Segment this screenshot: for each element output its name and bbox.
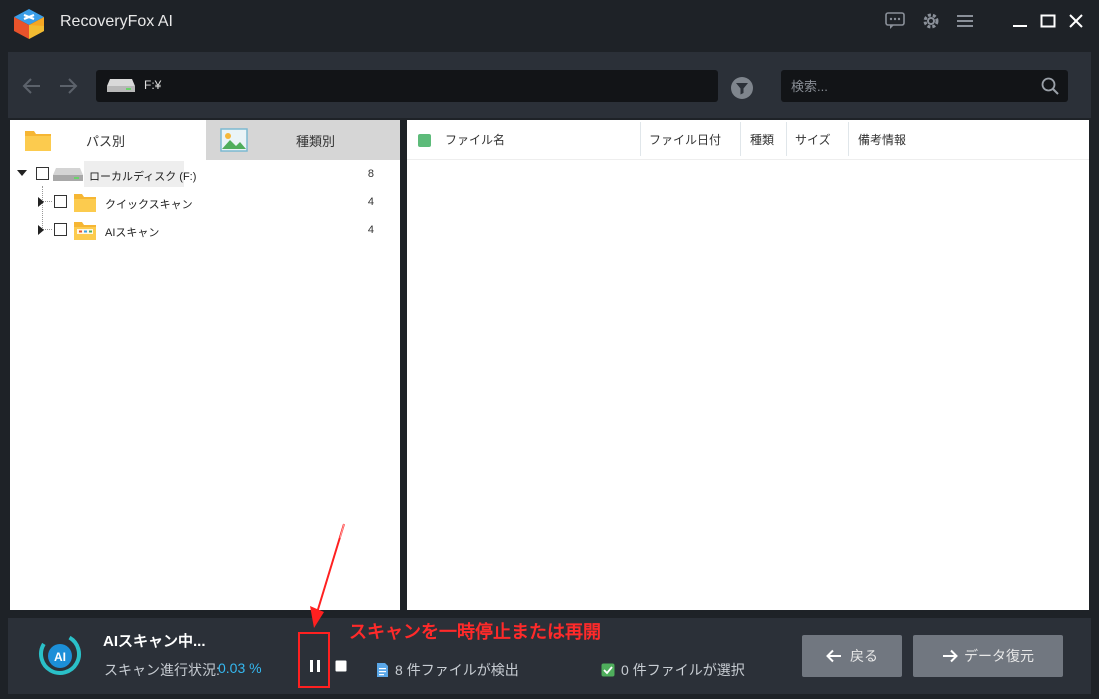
column-header-notes[interactable]: 備考情報	[850, 120, 906, 158]
item-count: 8	[367, 168, 374, 180]
drive-icon	[53, 168, 83, 181]
search-input[interactable]	[791, 76, 1031, 96]
selected-label: 件ファイルが選択	[632, 662, 745, 678]
stop-button[interactable]	[331, 656, 351, 676]
recover-button-label: データ復元	[964, 648, 1034, 664]
column-header-filename[interactable]: ファイル名	[437, 120, 505, 158]
column-header-size[interactable]: サイズ	[787, 120, 831, 158]
search-icon[interactable]	[1040, 76, 1060, 96]
app-logo-icon	[14, 9, 44, 39]
stop-icon	[335, 660, 347, 672]
file-list-panel: ファイル名 ファイル日付 種類 サイズ 備考情報	[407, 120, 1089, 610]
maximize-button[interactable]	[1035, 8, 1061, 34]
item-count: 4	[367, 196, 374, 208]
column-separator[interactable]	[848, 122, 849, 156]
checkbox[interactable]	[54, 223, 67, 236]
search-box[interactable]	[781, 70, 1068, 102]
arrow-left-icon	[826, 649, 841, 663]
selected-count: 0	[621, 662, 629, 678]
back-button[interactable]: 戻る	[802, 635, 902, 677]
checkbox[interactable]	[54, 195, 67, 208]
tree-item-local-disk[interactable]: ローカルディスク (F:) 8	[10, 161, 400, 187]
tab-type-label: 種類別	[296, 133, 336, 149]
file-list-header: ファイル名 ファイル日付 種類 サイズ 備考情報	[407, 120, 1089, 160]
annotation-text: スキャンを一時停止または再開	[349, 622, 601, 642]
select-all-checkbox[interactable]	[418, 134, 431, 147]
title-bar: RecoveryFox AI	[0, 0, 1099, 46]
column-label: 種類	[750, 132, 775, 147]
path-bar[interactable]: F:¥	[96, 70, 718, 102]
column-label: ファイル名	[445, 132, 506, 147]
close-button[interactable]	[1063, 8, 1089, 34]
tree-item-ai-scan[interactable]: AIスキャン 4	[10, 217, 400, 243]
path-text: F:¥	[144, 78, 162, 92]
annotation-arrow	[310, 523, 345, 628]
annotation-highlight-box	[298, 632, 330, 688]
expand-arrow-icon[interactable]	[38, 197, 44, 207]
gear-icon[interactable]	[920, 10, 942, 32]
tab-path[interactable]: パス別	[10, 120, 206, 160]
feedback-icon[interactable]	[884, 10, 906, 32]
tree-item-label: ローカルディスク (F:)	[89, 171, 197, 183]
column-label: 備考情報	[858, 132, 907, 147]
column-label: ファイル日付	[649, 132, 722, 147]
column-header-type[interactable]: 種類	[742, 120, 774, 158]
drive-icon	[107, 79, 135, 92]
ai-folder-icon	[74, 222, 96, 240]
image-icon	[220, 128, 248, 152]
back-arrow-icon[interactable]	[20, 74, 44, 98]
navigation-bar: F:¥	[8, 52, 1091, 118]
expand-arrow-icon[interactable]	[17, 170, 27, 176]
tab-type[interactable]: 種類別	[206, 120, 400, 160]
column-header-date[interactable]: ファイル日付	[641, 120, 721, 158]
minimize-button[interactable]	[1007, 8, 1033, 34]
folder-icon	[74, 194, 96, 212]
found-label: 件ファイルが検出	[406, 662, 519, 678]
folder-icon	[25, 131, 51, 151]
selected-files-stat: 0 件ファイルが選択	[601, 660, 745, 680]
ai-scan-icon: AI	[39, 633, 81, 675]
tree-item-label: クイックスキャン	[105, 199, 193, 211]
recover-button[interactable]: データ復元	[913, 635, 1063, 677]
arrow-right-icon	[943, 649, 958, 663]
filter-icon[interactable]	[730, 76, 754, 100]
back-button-label: 戻る	[850, 648, 878, 664]
app-title: RecoveryFox AI	[60, 13, 173, 30]
tab-path-label: パス別	[86, 133, 126, 149]
svg-text:AI: AI	[54, 650, 66, 664]
found-files-stat: 8 件ファイルが検出	[376, 660, 519, 680]
tree-item-label: AIスキャン	[105, 227, 160, 239]
scan-progress-value: 0.03 %	[218, 660, 262, 676]
item-count: 4	[367, 224, 374, 236]
scan-progress-label: スキャン進行状況:	[104, 662, 220, 678]
scan-status-title: AIスキャン中...	[103, 633, 206, 650]
menu-icon[interactable]	[954, 10, 976, 32]
column-separator[interactable]	[740, 122, 741, 156]
tree-item-quick-scan[interactable]: クイックスキャン 4	[10, 189, 400, 215]
document-icon	[377, 663, 388, 677]
column-label: サイズ	[795, 132, 831, 147]
expand-arrow-icon[interactable]	[38, 225, 44, 235]
forward-arrow-icon[interactable]	[56, 74, 80, 98]
check-icon	[601, 663, 615, 677]
found-count: 8	[395, 662, 403, 678]
checkbox[interactable]	[36, 167, 49, 180]
